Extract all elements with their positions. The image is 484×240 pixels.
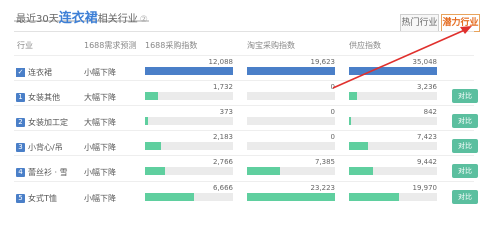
arrow-head: [460, 26, 472, 34]
arrow-shaft: [332, 28, 468, 89]
annotation-arrow: [332, 26, 472, 89]
